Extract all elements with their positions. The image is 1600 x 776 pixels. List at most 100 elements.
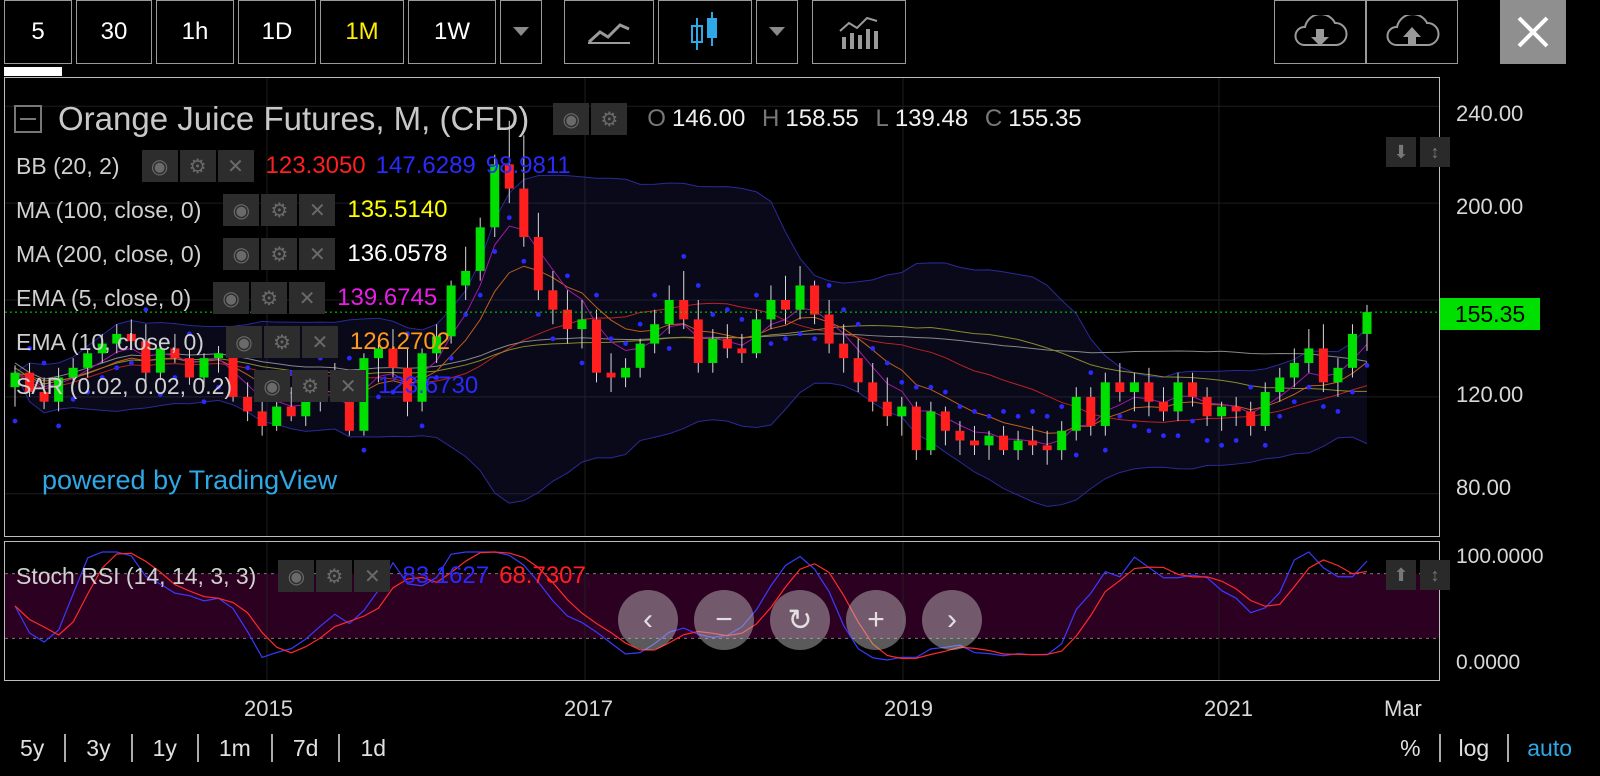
gear-icon[interactable]: ⚙ [261, 194, 298, 226]
percent-scale-button[interactable]: % [1382, 734, 1441, 762]
candle-body [272, 406, 282, 426]
price-tick: 200.00 [1456, 194, 1524, 219]
sar-dot [1262, 442, 1268, 448]
close-icon[interactable]: ✕ [289, 282, 326, 314]
price-axis[interactable]: 240.00 200.00 120.00 80.00 155.35 [1440, 77, 1600, 537]
scroll-down-icon[interactable]: ⬇ [1386, 137, 1416, 167]
interval-1w-button[interactable]: 1W [408, 0, 496, 64]
interval-1h-button[interactable]: 1h [156, 0, 234, 64]
symbol-title: Orange Juice Futures, M, (CFD) [58, 100, 530, 137]
gear-icon[interactable]: ⚙ [261, 238, 298, 270]
candlestick-chart-button[interactable] [658, 0, 752, 64]
candle-body [955, 430, 965, 441]
last-price-tag: 155.35 [1440, 298, 1540, 330]
range-7d-button[interactable]: 7d [273, 734, 341, 762]
close-icon[interactable]: ✕ [299, 238, 336, 270]
gear-icon[interactable]: ⚙ [292, 370, 329, 402]
zoom-out-button[interactable]: − [694, 590, 754, 650]
eye-icon[interactable]: ◉ [553, 103, 590, 135]
candle-body [1144, 382, 1154, 402]
eye-icon[interactable]: ◉ [141, 150, 178, 182]
sar-dot [768, 341, 774, 346]
candle-body [926, 411, 936, 451]
candle-body [984, 435, 994, 446]
candle-body [1289, 362, 1299, 378]
sar-dot [972, 409, 977, 414]
candle-body [679, 300, 689, 320]
indicator-row-ema5: EMA (5, close, 0) ◉ ⚙ ✕ 139.6745 [16, 282, 437, 314]
gear-icon[interactable]: ⚙ [251, 282, 288, 314]
close-icon[interactable]: ✕ [330, 370, 367, 402]
candle-body [839, 343, 849, 359]
ema5-value: 139.6745 [337, 284, 438, 311]
sar-dot [1015, 413, 1021, 419]
interval-1d-button[interactable]: 1D [238, 0, 316, 64]
range-1m-button[interactable]: 1m [199, 734, 273, 762]
candle-body [461, 270, 471, 286]
stoch-axis[interactable]: 100.0000 0.0000 [1440, 541, 1600, 681]
gear-icon[interactable]: ⚙ [316, 560, 353, 592]
sar-dot [361, 447, 367, 453]
load-layout-button[interactable] [1274, 0, 1366, 64]
close-icon[interactable]: ✕ [299, 194, 336, 226]
interval-1m-button[interactable]: 1M [320, 0, 404, 64]
close-button[interactable] [1500, 0, 1566, 64]
sar-dot [899, 379, 905, 385]
candle-body [1275, 377, 1285, 393]
scroll-right-button[interactable]: › [922, 590, 982, 650]
eye-icon[interactable]: ◉ [225, 326, 262, 358]
gear-icon[interactable]: ⚙ [591, 103, 628, 135]
interval-30-button[interactable]: 30 [76, 0, 152, 64]
scroll-up-icon[interactable]: ⬆ [1386, 560, 1416, 590]
close-icon[interactable]: ✕ [217, 150, 254, 182]
reset-button[interactable]: ↻ [770, 590, 830, 650]
gear-icon[interactable]: ⚙ [179, 150, 216, 182]
chart-type-dropdown[interactable] [756, 0, 798, 64]
eye-icon[interactable]: ◉ [254, 370, 291, 402]
candle-body [591, 319, 602, 373]
low-value: 139.48 [894, 105, 969, 132]
close-icon[interactable]: ✕ [301, 326, 338, 358]
range-1y-button[interactable]: 1y [133, 734, 199, 762]
zoom-in-button[interactable]: + [846, 590, 906, 650]
sar-dot [1073, 452, 1079, 458]
eye-icon[interactable]: ◉ [223, 238, 260, 270]
sar-dot [1131, 423, 1137, 429]
candle-body [911, 406, 921, 451]
scroll-left-button[interactable]: ‹ [618, 590, 678, 650]
sar-dot [12, 418, 18, 424]
save-layout-button[interactable] [1366, 0, 1458, 64]
powered-by-link[interactable]: powered by TradingView [42, 465, 337, 496]
timeline-scroll-tab[interactable] [4, 67, 62, 76]
eye-icon[interactable]: ◉ [278, 560, 315, 592]
eye-icon[interactable]: ◉ [213, 282, 250, 314]
sar-dot [1161, 433, 1166, 439]
auto-scale-button[interactable]: auto [1509, 734, 1590, 762]
time-axis[interactable]: 2015 2017 2019 2021 Mar [4, 682, 1440, 721]
candle-body [795, 285, 805, 310]
collapse-legend-icon[interactable] [14, 105, 42, 133]
close-icon[interactable]: ✕ [354, 560, 391, 592]
sar-dot [652, 292, 658, 298]
range-5y-button[interactable]: 5y [0, 734, 67, 762]
log-scale-button[interactable]: log [1441, 734, 1510, 762]
candle-body [548, 290, 558, 310]
range-3y-button[interactable]: 3y [66, 734, 133, 762]
candle-body [737, 348, 747, 354]
sar-dot [841, 307, 847, 313]
eye-icon[interactable]: ◉ [223, 194, 260, 226]
sar-dot [608, 336, 614, 342]
range-1d-button[interactable]: 1d [340, 734, 406, 762]
candle-body [1028, 440, 1038, 446]
sar-dot [1277, 413, 1283, 419]
interval-5-button[interactable]: 5 [4, 0, 72, 64]
sar-dot [666, 346, 672, 351]
gear-icon[interactable]: ⚙ [263, 326, 300, 358]
indicators-button[interactable] [812, 0, 906, 64]
candle-body [1115, 382, 1125, 393]
candle-body [1042, 445, 1052, 451]
line-chart-button[interactable] [564, 0, 654, 64]
interval-more-dropdown[interactable] [500, 0, 542, 64]
candle-body [1231, 406, 1241, 412]
candle-body [766, 300, 776, 320]
